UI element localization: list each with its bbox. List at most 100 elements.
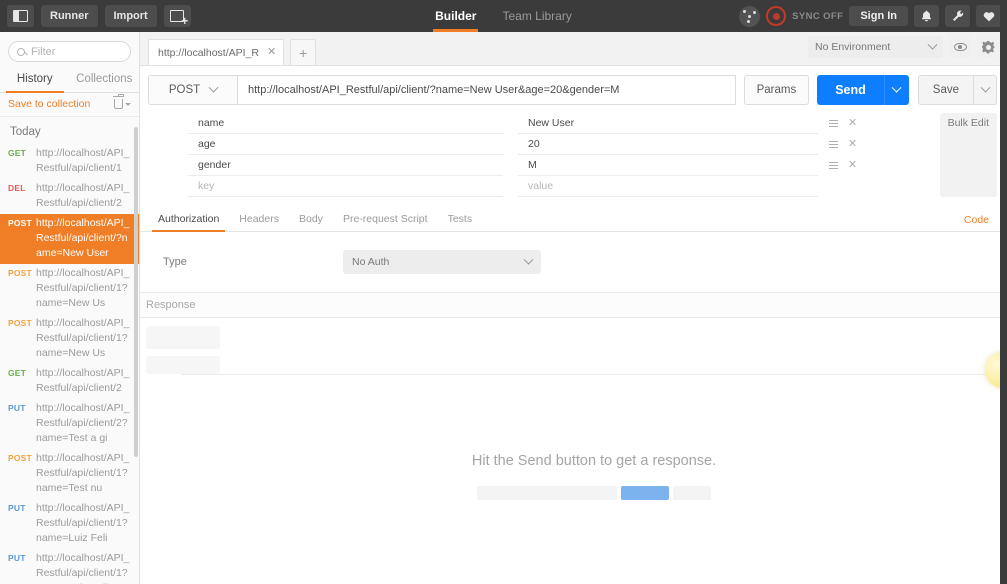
chevron-down-icon <box>523 254 534 265</box>
send-button[interactable]: Send <box>817 75 884 105</box>
save-group: Save <box>917 75 997 105</box>
search-icon <box>17 47 25 56</box>
history-item[interactable]: PUT http://localhost/API_Restful/api/clie… <box>0 499 139 549</box>
request-section-tab[interactable]: Pre-request Script <box>333 213 438 231</box>
tab-builder[interactable]: Builder <box>433 0 479 32</box>
chevron-down-icon <box>208 82 219 93</box>
param-key-input[interactable]: gender <box>188 155 503 176</box>
top-right-actions: SYNC OFF Sign In <box>739 0 1001 32</box>
param-row: gender M ✕ <box>148 155 927 176</box>
sidebar-scrollbar[interactable] <box>134 117 138 584</box>
drag-handle-icon[interactable] <box>828 120 838 127</box>
drag-handle-icon[interactable] <box>828 141 838 148</box>
heart-glyph <box>983 11 994 21</box>
param-value-input[interactable]: value <box>518 176 818 197</box>
param-value-input[interactable]: New User <box>518 113 818 134</box>
history-item-url: http://localhost/API_Restful/api/client/… <box>36 317 130 359</box>
response-placeholder-bars <box>477 486 711 500</box>
sidebar-tab-collections[interactable]: Collections <box>70 68 140 92</box>
params-button[interactable]: Params <box>743 75 810 105</box>
history-item-url: http://localhost/API_Restful/api/client/… <box>36 217 130 259</box>
environment-select[interactable]: No Environment <box>808 36 943 58</box>
drag-handle-icon[interactable] <box>828 162 838 169</box>
method-select[interactable]: POST <box>148 75 238 105</box>
import-button[interactable]: Import <box>104 5 157 27</box>
history-item[interactable]: PUT http://localhost/API_Restful/api/clie… <box>0 399 139 449</box>
chevron-down-icon <box>891 82 902 93</box>
save-to-collection-link[interactable]: Save to collection <box>8 98 90 110</box>
history-day-label: Today <box>10 126 41 138</box>
filter-input[interactable] <box>31 45 122 58</box>
history-item[interactable]: GET http://localhost/API_Restful/api/clie… <box>0 144 139 179</box>
request-section-tab[interactable]: Headers <box>229 213 289 231</box>
close-icon[interactable]: ✕ <box>267 47 276 58</box>
param-value-input[interactable]: M <box>518 155 818 176</box>
history-list[interactable]: Today GET http://localhost/API_Restful/ap… <box>0 117 139 584</box>
response-empty-message: Hit the Send button to get a response. <box>471 453 717 469</box>
request-tab-bar: http://localhost/API_R ✕ + No Environmen… <box>140 32 1007 66</box>
wrench-glyph <box>952 10 963 21</box>
new-request-button[interactable] <box>163 5 191 27</box>
auth-type-select[interactable]: No Auth <box>343 250 541 274</box>
sign-in-button[interactable]: Sign In <box>849 6 908 26</box>
environment-settings-button[interactable] <box>977 36 999 58</box>
history-item-method: POST <box>8 268 32 278</box>
history-item[interactable]: POST http://localhost/API_Restful/api/cli… <box>0 214 139 264</box>
authorization-panel: Type No Auth <box>140 232 1007 292</box>
send-options-button[interactable] <box>883 75 909 105</box>
param-row: key value <box>148 176 927 197</box>
param-key-input[interactable]: key <box>188 176 503 197</box>
main-area: http://localhost/API_R ✕ + No Environmen… <box>140 32 1007 584</box>
panel-icon <box>13 10 28 22</box>
tab-team-library[interactable]: Team Library <box>500 0 573 32</box>
app-body: History Collections Save to collection T… <box>0 32 1007 584</box>
add-tab-button[interactable]: + <box>290 39 317 65</box>
param-row: name New User ✕ <box>148 113 927 134</box>
code-link[interactable]: Code <box>964 214 989 226</box>
history-item[interactable]: POST http://localhost/API_Restful/api/cli… <box>0 449 139 499</box>
history-item-method: GET <box>8 148 27 158</box>
request-section-tab[interactable]: Tests <box>438 213 483 231</box>
delete-param-icon[interactable]: ✕ <box>848 139 857 150</box>
interceptor-icon[interactable] <box>739 5 761 27</box>
param-value-input[interactable]: 20 <box>518 134 818 155</box>
top-toolbar: Runner Import Builder Team Library SYNC … <box>0 0 1007 32</box>
param-key-input[interactable]: age <box>188 134 503 155</box>
history-item[interactable]: GET http://localhost/API_Restful/api/clie… <box>0 364 139 399</box>
environment-quicklook-button[interactable] <box>949 36 971 58</box>
save-options-button[interactable] <box>974 75 997 105</box>
history-item[interactable]: DEL http://localhost/API_Restful/api/clie… <box>0 179 139 214</box>
request-section-tabs: Authorization Headers Body Pre-request Scri… <box>140 206 1007 232</box>
request-section-tab[interactable]: Authorization <box>148 213 229 232</box>
request-section-tab[interactable]: Body <box>289 213 333 231</box>
history-item[interactable]: POST http://localhost/API_Restful/api/cli… <box>0 264 139 314</box>
sync-status-icon[interactable] <box>766 6 787 26</box>
clear-history-button[interactable] <box>112 94 131 109</box>
sidebar-toggle-button[interactable] <box>7 5 34 27</box>
request-tab[interactable]: http://localhost/API_R ✕ <box>148 39 285 65</box>
url-input[interactable]: http://localhost/API_Restful/api/client/… <box>238 75 736 105</box>
runner-button[interactable]: Runner <box>41 5 98 27</box>
history-item-method: PUT <box>8 403 26 413</box>
environment-selected-label: No Environment <box>815 41 891 53</box>
history-item-method: DEL <box>8 183 26 193</box>
bell-icon[interactable] <box>914 5 939 27</box>
response-body-panel: Hit the Send button to get a response. <box>181 374 1007 584</box>
param-key-input[interactable]: name <box>188 113 503 134</box>
save-to-collection-row: Save to collection <box>0 93 139 117</box>
sidebar-tab-history[interactable]: History <box>0 68 70 93</box>
wrench-icon[interactable] <box>945 5 970 27</box>
save-button[interactable]: Save <box>917 75 974 105</box>
delete-param-icon[interactable]: ✕ <box>848 160 857 171</box>
bulk-edit-button[interactable]: Bulk Edit <box>939 113 997 197</box>
filter-box[interactable] <box>8 41 131 62</box>
request-tab-label: http://localhost/API_R <box>158 46 259 59</box>
chevron-down-icon <box>980 82 990 93</box>
history-item[interactable]: POST http://localhost/API_Restful/api/cli… <box>0 314 139 364</box>
history-item-url: http://localhost/API_Restful/api/client/… <box>36 367 130 394</box>
url-bar: POST http://localhost/API_Restful/api/cl… <box>140 66 1007 105</box>
delete-param-icon[interactable]: ✕ <box>848 118 857 129</box>
history-item[interactable]: PUT http://localhost/API_Restful/api/clie… <box>0 549 139 584</box>
method-label: POST <box>168 84 201 96</box>
heart-icon[interactable] <box>976 5 1001 27</box>
